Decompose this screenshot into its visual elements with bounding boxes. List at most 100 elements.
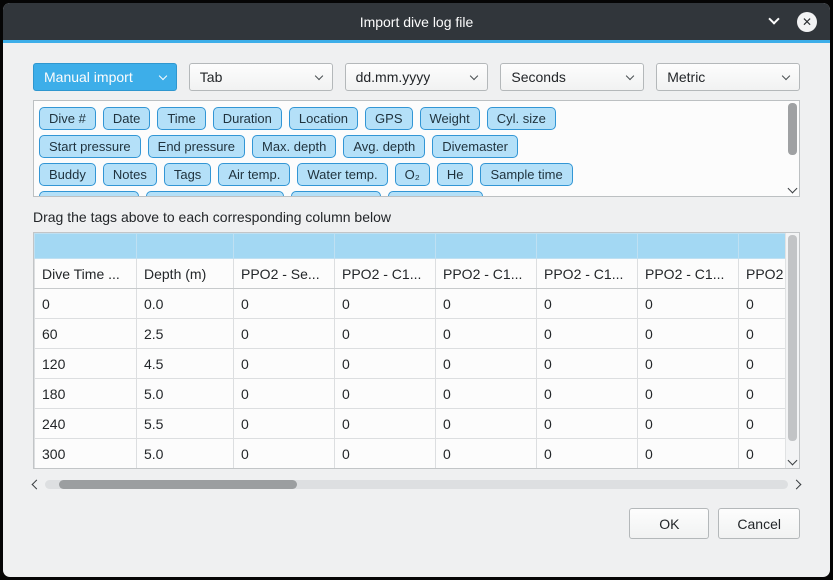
table-cell: 0 <box>335 379 436 409</box>
chevron-down-icon <box>782 72 790 80</box>
scroll-down-icon[interactable] <box>787 184 797 194</box>
field-tag[interactable]: Max. depth <box>252 135 336 158</box>
combo-field-separator[interactable]: Tab <box>189 63 333 91</box>
field-tag[interactable]: Notes <box>103 163 157 186</box>
preview-table: Dive Time ...Depth (m)PPO2 - Se...PPO2 -… <box>34 233 785 468</box>
field-tag[interactable]: Avg. depth <box>343 135 425 158</box>
column-drop-target[interactable] <box>234 234 335 259</box>
column-header: PPO2 - C1... <box>436 259 537 289</box>
field-tag[interactable]: Water temp. <box>297 163 387 186</box>
cancel-button[interactable]: Cancel <box>718 508 800 539</box>
table-row: 602.5000000 <box>35 319 786 349</box>
column-drop-target[interactable] <box>537 234 638 259</box>
field-tag[interactable]: Dive # <box>39 107 96 130</box>
field-tag[interactable]: Sample depth <box>39 191 139 196</box>
field-tag[interactable]: He <box>437 163 474 186</box>
field-tag[interactable]: Sample time <box>480 163 572 186</box>
table-cell: 0 <box>436 349 537 379</box>
chevron-down-icon <box>314 72 322 80</box>
field-tag[interactable]: Air temp. <box>218 163 290 186</box>
column-drop-target[interactable] <box>335 234 436 259</box>
table-row: 00.0000000 <box>35 289 786 319</box>
titlebar: Import dive log file ✕ <box>3 3 830 40</box>
field-tag[interactable]: End pressure <box>148 135 245 158</box>
preview-table-viewport: Dive Time ...Depth (m)PPO2 - Se...PPO2 -… <box>34 233 785 468</box>
table-cell: 0 <box>234 409 335 439</box>
table-cell: 0 <box>739 349 786 379</box>
field-tag[interactable]: Tags <box>164 163 211 186</box>
table-cell: 0 <box>335 319 436 349</box>
combo-units[interactable]: Metric <box>656 63 800 91</box>
column-drop-target[interactable] <box>638 234 739 259</box>
combo-value: Seconds <box>511 69 565 85</box>
table-cell: 0 <box>638 319 739 349</box>
combo-import-mode[interactable]: Manual import <box>33 63 177 91</box>
table-cell: 0 <box>234 289 335 319</box>
table-cell: 0 <box>638 439 739 469</box>
column-drop-target[interactable] <box>35 234 137 259</box>
scrollbar-thumb[interactable] <box>788 103 797 155</box>
table-cell: 0 <box>638 289 739 319</box>
table-cell: 0 <box>739 439 786 469</box>
combo-value: Manual import <box>44 69 133 85</box>
table-cell: 5.0 <box>137 439 234 469</box>
scroll-right-icon[interactable] <box>792 480 802 490</box>
field-tag[interactable]: Start pressure <box>39 135 141 158</box>
table-cell: 5.0 <box>137 379 234 409</box>
table-scrollbar[interactable] <box>785 233 799 468</box>
field-tag[interactable]: Sample temperature <box>146 191 284 196</box>
table-cell: 240 <box>35 409 137 439</box>
field-tag[interactable]: Weight <box>420 107 480 130</box>
column-drop-target[interactable] <box>739 234 786 259</box>
chevron-down-icon <box>768 13 779 24</box>
table-row: 1805.0000000 <box>35 379 786 409</box>
scroll-down-icon[interactable] <box>788 456 798 466</box>
preview-table-panel: Dive Time ...Depth (m)PPO2 - Se...PPO2 -… <box>33 232 800 469</box>
scrollbar-thumb[interactable] <box>788 235 797 441</box>
field-tag[interactable]: Sample pO₂ <box>291 191 381 196</box>
field-tag[interactable]: GPS <box>365 107 412 130</box>
table-cell: 4.5 <box>137 349 234 379</box>
tags-scrollbar[interactable] <box>785 101 799 196</box>
field-tag[interactable]: Buddy <box>39 163 96 186</box>
table-cell: 0.0 <box>137 289 234 319</box>
combo-date-format[interactable]: dd.mm.yyyy <box>345 63 489 91</box>
table-cell: 120 <box>35 349 137 379</box>
scrollbar-thumb[interactable] <box>59 480 297 489</box>
column-drop-target[interactable] <box>436 234 537 259</box>
table-row: 2405.5000000 <box>35 409 786 439</box>
field-tag[interactable]: Cyl. size <box>487 107 556 130</box>
chevron-down-icon <box>159 72 167 80</box>
close-icon[interactable]: ✕ <box>797 12 817 32</box>
field-tag[interactable]: Date <box>103 107 150 130</box>
field-tag[interactable]: Location <box>289 107 358 130</box>
dialog-buttons: OK Cancel <box>33 508 800 539</box>
shade-window-icon[interactable] <box>766 15 782 29</box>
column-header: PPO2 <box>739 259 786 289</box>
field-tag[interactable]: Sample CNS <box>388 191 483 196</box>
horizontal-scrollbar[interactable] <box>33 477 800 492</box>
field-tag[interactable]: O₂ <box>395 163 430 186</box>
combo-value: Tab <box>200 69 223 85</box>
column-header: PPO2 - C1... <box>537 259 638 289</box>
table-row: 1204.5000000 <box>35 349 786 379</box>
combo-duration-format[interactable]: Seconds <box>500 63 644 91</box>
scrollbar-track[interactable] <box>45 480 788 489</box>
window-title: Import dive log file <box>3 14 830 30</box>
header-row: Dive Time ...Depth (m)PPO2 - Se...PPO2 -… <box>35 259 786 289</box>
import-options-row: Manual import Tab dd.mm.yyyy Seconds Metric <box>33 63 800 91</box>
scroll-left-icon[interactable] <box>32 480 42 490</box>
table-cell: 2.5 <box>137 319 234 349</box>
ok-button[interactable]: OK <box>629 508 709 539</box>
field-tag[interactable]: Duration <box>213 107 282 130</box>
table-cell: 0 <box>537 289 638 319</box>
tag-row: Dive # Date Time Duration Location GPS Weight C… <box>39 107 780 130</box>
table-cell: 0 <box>537 319 638 349</box>
field-tag[interactable]: Time <box>157 107 205 130</box>
table-cell: 0 <box>335 349 436 379</box>
table-cell: 0 <box>638 379 739 409</box>
field-tag[interactable]: Divemaster <box>432 135 518 158</box>
column-header: Depth (m) <box>137 259 234 289</box>
column-drop-target[interactable] <box>137 234 234 259</box>
column-header: PPO2 - C1... <box>335 259 436 289</box>
